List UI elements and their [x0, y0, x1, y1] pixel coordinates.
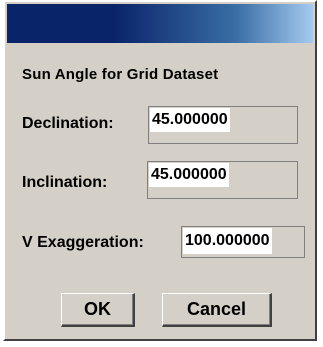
declination-input[interactable]: 45.000000 [150, 108, 230, 132]
cancel-button[interactable]: Cancel [162, 293, 272, 327]
dialog-heading: Sun Angle for Grid Dataset [22, 66, 219, 83]
v-exaggeration-field[interactable]: 100.000000 [181, 226, 305, 258]
ok-button[interactable]: OK [61, 293, 135, 327]
declination-label: Declination: [22, 115, 114, 132]
v-exaggeration-label: V Exaggeration: [22, 234, 144, 251]
inclination-input[interactable]: 45.000000 [149, 163, 229, 187]
declination-field[interactable]: 45.000000 [148, 106, 298, 144]
title-bar[interactable] [7, 4, 313, 43]
inclination-label: Inclination: [22, 174, 108, 191]
sun-angle-dialog: Sun Angle for Grid Dataset Declination: … [3, 0, 317, 341]
inclination-field[interactable]: 45.000000 [147, 161, 298, 199]
v-exaggeration-input[interactable]: 100.000000 [183, 228, 272, 254]
